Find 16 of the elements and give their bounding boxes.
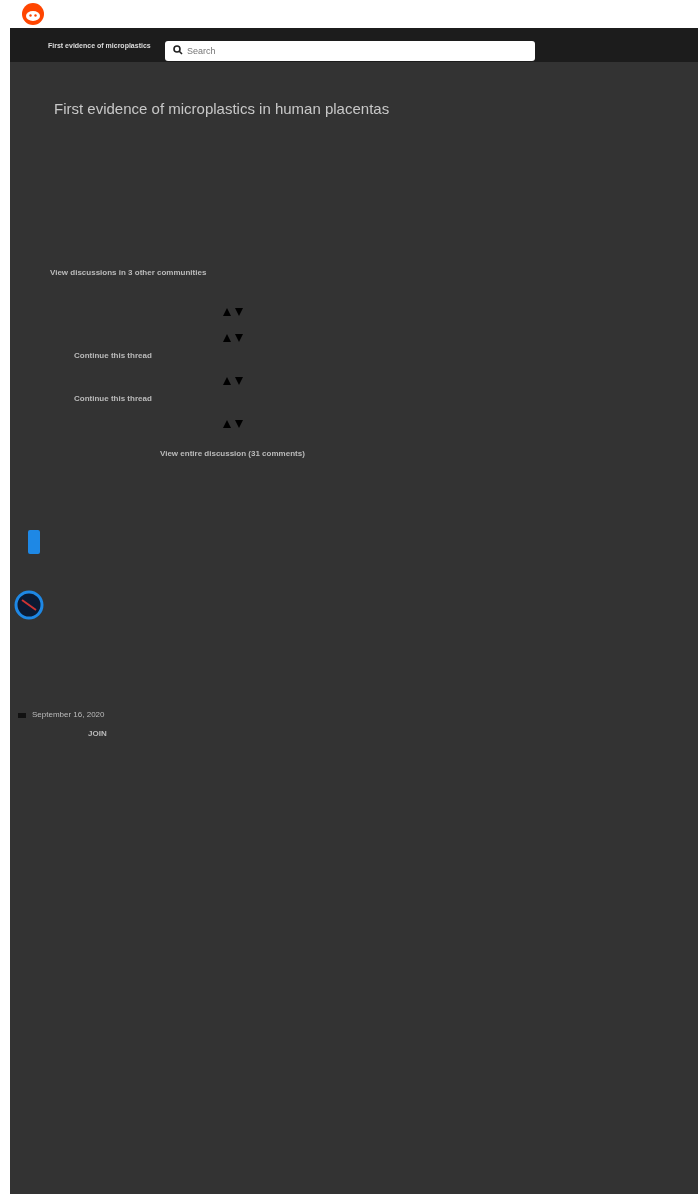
- community-avatar-icon: [14, 590, 44, 620]
- search-field[interactable]: Search: [165, 41, 535, 61]
- vote-arrows-icon[interactable]: [222, 307, 244, 317]
- join-button[interactable]: JOIN: [88, 729, 107, 738]
- continue-thread-link[interactable]: Continue this thread: [74, 394, 152, 403]
- alien-logo-icon[interactable]: [22, 3, 44, 25]
- vote-arrows-icon[interactable]: [222, 419, 244, 429]
- view-all-comments-link[interactable]: View entire discussion (31 comments): [160, 449, 305, 458]
- scroll-button[interactable]: [28, 530, 40, 554]
- vote-arrows-icon[interactable]: [222, 376, 244, 386]
- continue-thread-link[interactable]: Continue this thread: [74, 351, 152, 360]
- post-title: First evidence of microplastics in human placentas: [54, 100, 390, 117]
- created-date: September 16, 2020: [32, 710, 105, 719]
- vote-arrows-icon[interactable]: [222, 333, 244, 343]
- other-discussions-text: View discussions in 3 other communities: [50, 268, 207, 277]
- search-icon: [173, 45, 183, 55]
